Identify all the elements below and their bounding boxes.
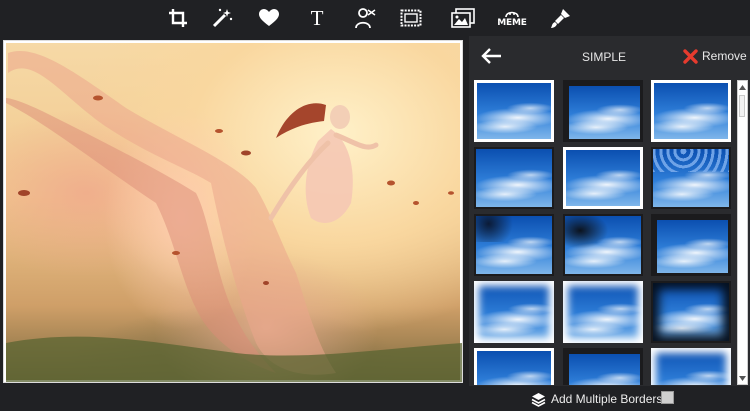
meme-face-icon bbox=[505, 11, 519, 17]
border-option-5[interactable] bbox=[563, 147, 643, 209]
crop-tool-button[interactable] bbox=[163, 4, 193, 32]
meme-label: MEME bbox=[497, 17, 527, 28]
border-option-4[interactable] bbox=[474, 147, 554, 209]
photo-icon bbox=[451, 8, 475, 28]
border-option-15[interactable] bbox=[651, 348, 731, 385]
text-icon: T bbox=[310, 5, 324, 30]
cutout-person-icon bbox=[355, 8, 376, 29]
border-tool-button[interactable] bbox=[396, 4, 426, 32]
magic-wand-tool-button[interactable] bbox=[207, 4, 237, 32]
border-option-8[interactable] bbox=[563, 214, 643, 276]
bottom-bar: Add Multiple Borders bbox=[0, 386, 750, 411]
add-multiple-borders[interactable]: Add Multiple Borders bbox=[531, 390, 662, 408]
border-option-13[interactable] bbox=[474, 348, 554, 385]
border-option-10[interactable] bbox=[474, 281, 554, 343]
border-option-14[interactable] bbox=[563, 348, 643, 385]
border-frame-icon bbox=[400, 9, 422, 27]
meme-tool-button[interactable]: MEME bbox=[497, 4, 527, 32]
add-multiple-borders-checkbox[interactable] bbox=[661, 391, 674, 404]
remove-label: Remove bbox=[702, 49, 747, 63]
layers-icon bbox=[531, 392, 546, 407]
heart-icon bbox=[259, 9, 279, 26]
paint-brush-icon bbox=[551, 9, 570, 28]
text-tool-button[interactable]: T bbox=[302, 4, 332, 32]
remove-border-button[interactable]: Remove bbox=[683, 47, 747, 65]
meme-icon: MEME bbox=[497, 9, 527, 28]
border-grid bbox=[474, 80, 736, 385]
border-option-7[interactable] bbox=[474, 214, 554, 276]
border-option-11[interactable] bbox=[563, 281, 643, 343]
photo-tool-button[interactable] bbox=[448, 4, 478, 32]
back-button[interactable] bbox=[479, 45, 503, 67]
border-option-1[interactable] bbox=[474, 80, 554, 142]
scroll-up-arrow[interactable] bbox=[738, 81, 747, 93]
border-option-6[interactable] bbox=[651, 147, 731, 209]
editor-canvas[interactable] bbox=[3, 40, 463, 383]
crop-icon bbox=[169, 9, 187, 27]
cutout-tool-button[interactable] bbox=[350, 4, 380, 32]
top-toolbar: T MEME bbox=[0, 0, 750, 36]
sticker-tool-button[interactable] bbox=[254, 4, 284, 32]
border-option-3[interactable] bbox=[651, 80, 731, 142]
paint-tool-button[interactable] bbox=[546, 4, 576, 32]
panel-title: SIMPLE bbox=[581, 50, 626, 64]
scroll-down-arrow[interactable] bbox=[738, 372, 747, 384]
edited-photo bbox=[6, 43, 462, 382]
border-grid-scrollbar[interactable] bbox=[737, 80, 748, 385]
add-multiple-borders-label: Add Multiple Borders bbox=[551, 392, 663, 406]
border-panel: SIMPLE Remove bbox=[469, 36, 750, 386]
close-icon bbox=[683, 48, 698, 64]
arrow-left-icon bbox=[481, 48, 501, 64]
border-option-2[interactable] bbox=[563, 80, 643, 142]
caret-down-icon bbox=[739, 375, 746, 381]
border-option-9[interactable] bbox=[651, 214, 731, 276]
scroll-thumb[interactable] bbox=[739, 95, 745, 117]
magic-wand-icon bbox=[212, 8, 233, 28]
caret-up-icon bbox=[739, 84, 746, 90]
border-option-12[interactable] bbox=[651, 281, 731, 343]
